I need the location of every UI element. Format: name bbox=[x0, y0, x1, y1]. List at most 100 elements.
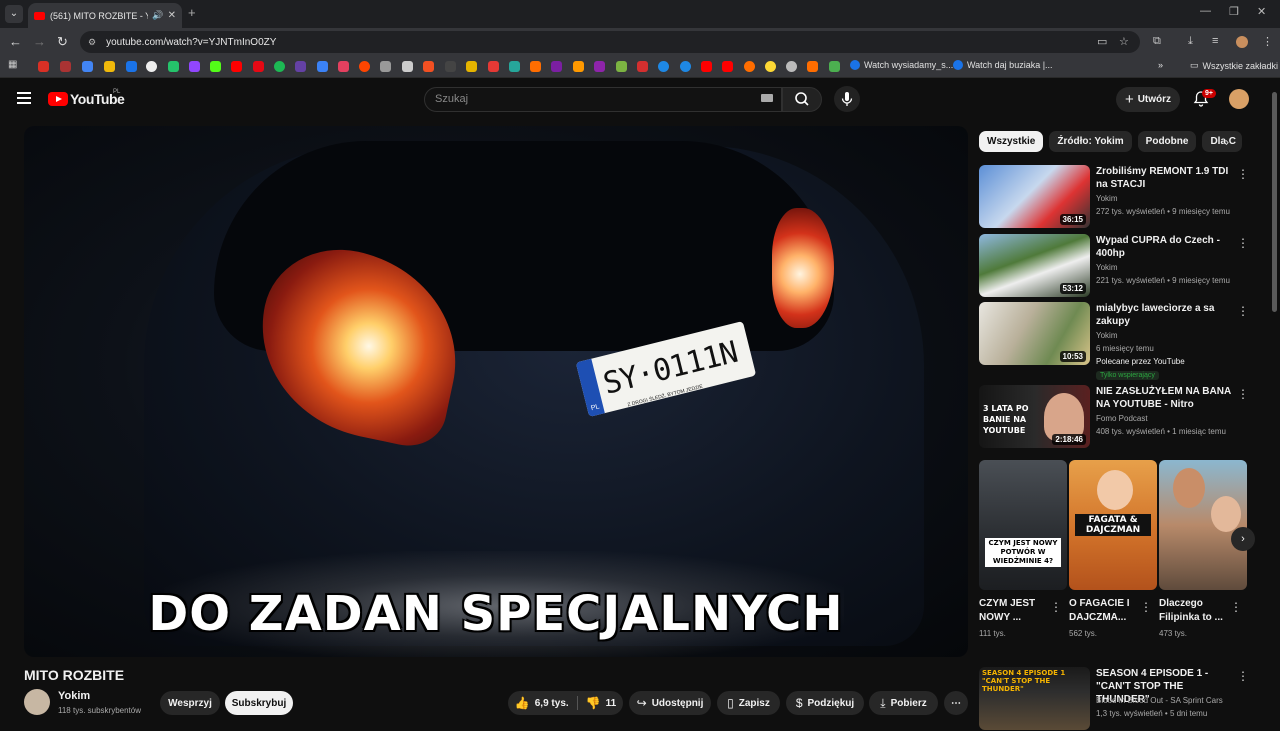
bookmark-icon[interactable] bbox=[829, 61, 840, 72]
video-thumbnail[interactable]: 3 LATA PO BANIE NA YOUTUBE 2:18:46 bbox=[979, 385, 1090, 448]
subscribe-button[interactable]: Subskrybuj bbox=[225, 691, 293, 715]
video-thumbnail[interactable]: 53:12 bbox=[979, 234, 1090, 297]
chip-all[interactable]: Wszystkie bbox=[979, 131, 1044, 152]
bookmark-icon[interactable] bbox=[38, 61, 49, 72]
bookmark-icon[interactable] bbox=[338, 61, 349, 72]
bookmark-icon[interactable] bbox=[637, 61, 648, 72]
channel-avatar[interactable] bbox=[24, 689, 50, 715]
recommended-video[interactable]: 3 LATA PO BANIE NA YOUTUBE 2:18:46 NIE Z… bbox=[979, 385, 1249, 449]
extensions-icon[interactable]: ⧉ bbox=[1153, 35, 1161, 48]
twitch-icon[interactable] bbox=[189, 61, 200, 72]
profile-avatar[interactable] bbox=[1236, 36, 1248, 48]
video-thumbnail[interactable]: 36:15 bbox=[979, 165, 1090, 228]
short-title[interactable]: CZYM JEST NOWY ... bbox=[979, 597, 1051, 625]
chip-similar[interactable]: Podobne bbox=[1137, 131, 1197, 152]
bookmark-icon[interactable] bbox=[146, 61, 157, 72]
short-thumbnail[interactable] bbox=[1159, 460, 1247, 590]
recommendation-channel[interactable]: Fomo Podcast bbox=[1096, 414, 1148, 423]
page-scrollbar[interactable] bbox=[1272, 92, 1277, 312]
bookmark-icon[interactable] bbox=[317, 61, 328, 72]
more-options-icon[interactable]: ⋮ bbox=[1140, 600, 1152, 614]
minimize-button[interactable]: — bbox=[1200, 5, 1211, 17]
bookmark-icon[interactable] bbox=[466, 61, 477, 72]
dislike-icon[interactable]: 👎 bbox=[586, 696, 601, 710]
maximize-button[interactable]: ❐ bbox=[1229, 5, 1239, 18]
like-count[interactable]: 6,9 tys. bbox=[535, 698, 569, 709]
bookmark-icon[interactable] bbox=[423, 61, 434, 72]
menu-dots-icon[interactable]: ⋮ bbox=[1262, 35, 1273, 48]
bookmark-icon[interactable] bbox=[658, 61, 669, 72]
keyboard-icon[interactable] bbox=[761, 94, 773, 102]
join-button[interactable]: Wesprzyj bbox=[160, 691, 220, 715]
install-app-icon[interactable]: ▭ bbox=[1097, 35, 1107, 48]
channel-name[interactable]: Yokim bbox=[58, 690, 90, 702]
site-info-icon[interactable]: ⚙ bbox=[88, 37, 96, 48]
chip-for-you[interactable]: Dla C bbox=[1202, 131, 1243, 152]
bookmark-icon[interactable] bbox=[253, 61, 264, 72]
back-button[interactable]: ← bbox=[9, 34, 22, 49]
share-button[interactable]: ↪ Udostępnij bbox=[629, 691, 711, 715]
bookmark-icon[interactable] bbox=[104, 61, 115, 72]
bookmark-icon[interactable] bbox=[680, 61, 691, 72]
download-button[interactable]: ⤓ Pobierz bbox=[869, 691, 938, 715]
bookmark-icon[interactable] bbox=[594, 61, 605, 72]
bookmark-link-1[interactable]: Watch wysiadamy_s... bbox=[850, 60, 953, 70]
like-icon[interactable]: 👍 bbox=[515, 696, 530, 710]
kick-icon[interactable] bbox=[210, 61, 221, 72]
bookmark-icon[interactable] bbox=[380, 61, 391, 72]
more-options-icon[interactable]: ⋮ bbox=[1230, 600, 1242, 614]
all-bookmarks-button[interactable]: ▭ Wszystkie zakładki bbox=[1190, 60, 1278, 71]
bookmark-icon[interactable] bbox=[509, 61, 520, 72]
bookmark-icon[interactable] bbox=[551, 61, 562, 72]
chip-source[interactable]: Źródło: Yokim bbox=[1049, 131, 1132, 152]
bookmark-icon[interactable] bbox=[82, 61, 93, 72]
thanks-button[interactable]: $ Podziękuj bbox=[786, 691, 864, 715]
browser-tab[interactable]: (561) MITO ROZBITE - YouTube 🔊 ✕ bbox=[28, 3, 182, 28]
close-window-button[interactable]: ✕ bbox=[1257, 5, 1266, 18]
bookmark-icon[interactable] bbox=[722, 61, 733, 72]
bookmark-icon[interactable] bbox=[60, 61, 71, 72]
shorts-next-button[interactable]: › bbox=[1231, 527, 1255, 551]
reload-button[interactable]: ↻ bbox=[57, 34, 68, 50]
tab-search-button[interactable]: ⌄ bbox=[5, 5, 23, 23]
chevron-right-icon[interactable]: › bbox=[1225, 135, 1229, 149]
youtube-logo[interactable]: YouTube PL bbox=[48, 89, 125, 107]
amazon-icon[interactable] bbox=[573, 61, 584, 72]
bookmark-icon[interactable] bbox=[231, 61, 242, 72]
recommendation-title[interactable]: NIE ZASŁUŻYŁEM NA BANA NA YOUTUBE - Nitr… bbox=[1096, 385, 1231, 411]
media-control-icon[interactable]: ≡ bbox=[1212, 35, 1218, 47]
bookmark-icon[interactable] bbox=[530, 61, 541, 72]
recommended-video[interactable]: SEASON 4 EPISODE 1 "CAN'T STOP THE THUND… bbox=[979, 667, 1249, 731]
downloads-icon[interactable]: ⤓ bbox=[1188, 35, 1193, 48]
reddit-icon[interactable] bbox=[359, 61, 370, 72]
bookmark-icon[interactable] bbox=[765, 61, 776, 72]
search-button[interactable] bbox=[782, 87, 822, 112]
video-thumbnail[interactable]: 10:53 bbox=[979, 302, 1090, 365]
create-button[interactable]: + Utwórz bbox=[1116, 87, 1180, 112]
search-input[interactable]: Szukaj bbox=[424, 87, 782, 112]
recommendation-channel[interactable]: Yokim bbox=[1096, 263, 1118, 272]
short-thumbnail[interactable]: FAGATA & DAJCZMAN bbox=[1069, 460, 1157, 590]
spotify-icon[interactable] bbox=[274, 61, 285, 72]
speaker-icon[interactable]: 🔊 bbox=[152, 10, 163, 21]
bookmark-icon[interactable] bbox=[701, 61, 712, 72]
recommendation-channel[interactable]: Yokim bbox=[1096, 194, 1118, 203]
short-thumbnail[interactable]: CZYM JEST NOWY POTWÓR W WIEDŹMINIE 4? bbox=[979, 460, 1067, 590]
close-tab-icon[interactable]: ✕ bbox=[168, 10, 176, 21]
voice-search-button[interactable] bbox=[834, 86, 860, 112]
hamburger-menu-icon[interactable] bbox=[17, 92, 31, 104]
account-avatar[interactable] bbox=[1229, 89, 1249, 109]
bookmark-star-icon[interactable]: ☆ bbox=[1119, 35, 1129, 48]
bookmark-icon[interactable] bbox=[295, 61, 306, 72]
bookmark-icon[interactable] bbox=[616, 61, 627, 72]
bookmark-icon[interactable] bbox=[744, 61, 755, 72]
recommended-video[interactable]: 36:15 Zrobiliśmy REMONT 1.9 TDI na STACJ… bbox=[979, 165, 1249, 229]
short-title[interactable]: Dlaczego Filipinka to ... bbox=[1159, 597, 1231, 625]
recommended-video[interactable]: 10:53 mialybyc lawecìorze a sa zakupy Yo… bbox=[979, 302, 1249, 382]
more-options-icon[interactable]: ⋮ bbox=[1237, 669, 1249, 683]
url-field[interactable]: ⚙ youtube.com/watch?v=YJNTmInO0ZY bbox=[80, 31, 1140, 53]
bookmark-icon[interactable] bbox=[807, 61, 818, 72]
bookmark-icon[interactable] bbox=[168, 61, 179, 72]
bookmark-icon[interactable] bbox=[402, 61, 413, 72]
recommendation-channel[interactable]: Yokim bbox=[1096, 331, 1118, 340]
